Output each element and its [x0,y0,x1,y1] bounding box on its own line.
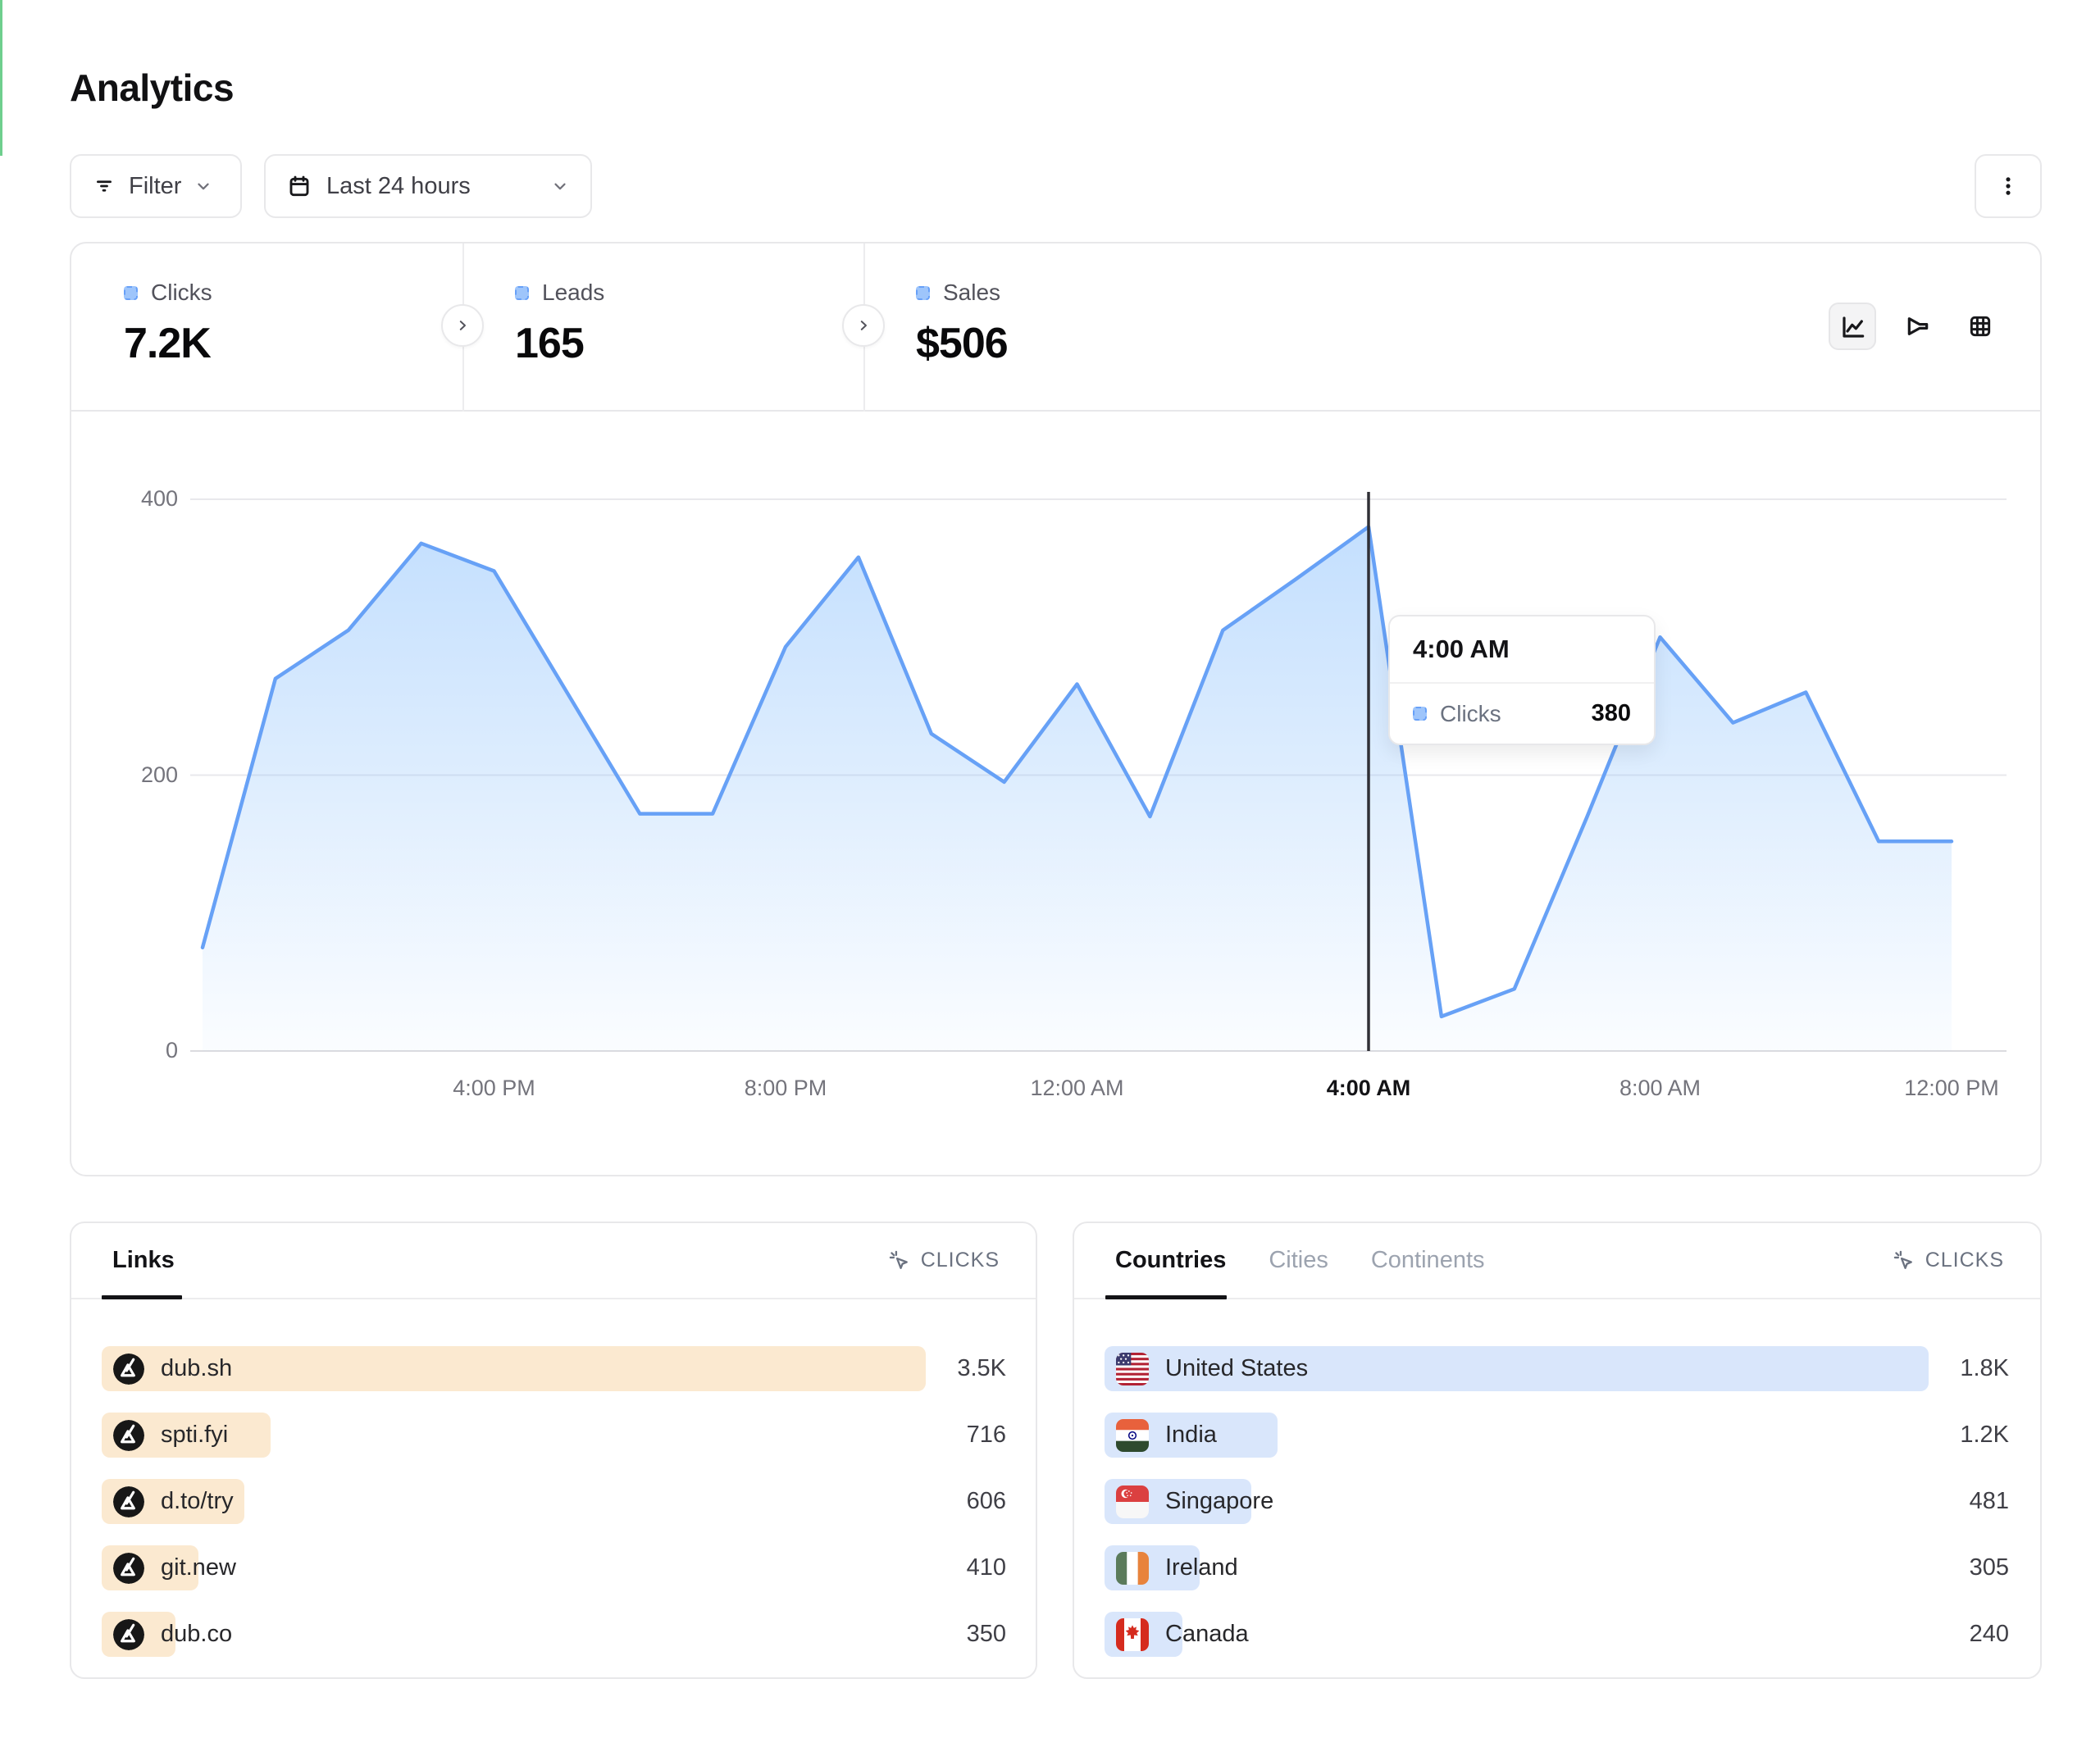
country-row[interactable]: United States 1.8K [1105,1346,2009,1391]
line-chart-view-button[interactable] [1829,303,1876,350]
flag-ireland-icon [1116,1552,1149,1585]
chart-canvas [71,412,2043,1176]
y-axis-tick-label: 200 [88,762,178,788]
stat-value-sales: $506 [916,319,1290,368]
tab-continents[interactable]: Continents [1371,1247,1485,1274]
country-label: Ireland [1165,1554,1238,1581]
link-label: d.to/try [161,1488,234,1515]
stat-value-leads: 165 [515,319,863,368]
funnel-chart-icon [1903,313,1929,339]
x-axis-tick-label: 8:00 PM [712,1076,859,1101]
chart-tooltip: 4:00 AM Clicks 380 [1388,615,1656,745]
dub-logo-icon [113,1619,144,1650]
tooltip-series-label: Clicks [1440,701,1578,727]
countries-panel: Countries Cities Continents CLICKS U [1073,1222,2042,1679]
tooltip-time: 4:00 AM [1390,616,1654,684]
x-axis-tick-label: 4:00 PM [421,1076,568,1101]
country-row[interactable]: Canada 240 [1105,1612,2009,1657]
country-label: India [1165,1422,1217,1449]
calendar-icon [287,174,312,198]
x-axis-tick-label: 12:00 AM [1004,1076,1151,1101]
link-label: spti.fyi [161,1422,228,1449]
stat-label: Sales [943,280,1000,306]
x-axis-tick-label: 12:00 PM [1878,1076,2025,1101]
stat-label: Clicks [151,280,212,306]
clicks-legend-square-icon [124,286,138,300]
grid-table-icon [1967,313,1993,339]
filter-lines-icon [93,175,116,198]
tooltip-legend-square-icon [1413,707,1427,721]
page-edge-accent [0,0,2,156]
filter-button[interactable]: Filter [70,154,242,218]
link-row[interactable]: git.new 410 [102,1545,1006,1590]
countries-rows: United States 1.8K India 1.2K Singapore [1105,1346,2009,1678]
chevron-down-icon [551,177,569,195]
chevron-right-icon [455,318,470,333]
link-row[interactable]: dub.co 350 [102,1612,1006,1657]
cursor-click-icon [1893,1249,1916,1272]
links-rows: dub.sh 3.5K spti.fyi 716 d.to/try 606 [102,1346,1006,1678]
links-panel: Links CLICKS dub.sh 3.5K spti.fyi [70,1222,1037,1679]
flag-canada-icon [1116,1618,1149,1651]
x-axis-tick-label: 4:00 AM [1295,1076,1442,1101]
line-chart-icon [1839,313,1865,339]
date-range-button[interactable]: Last 24 hours [264,154,592,218]
cursor-click-icon [888,1249,911,1272]
stats-header: Clicks 7.2K Leads 165 Sales $506 [71,243,2040,412]
links-metric-label: CLICKS [921,1249,1000,1272]
tab-countries[interactable]: Countries [1115,1247,1226,1274]
link-label: dub.sh [161,1355,232,1382]
country-label: United States [1165,1355,1308,1382]
link-row[interactable]: dub.sh 3.5K [102,1346,1006,1391]
country-label: Singapore [1165,1488,1273,1515]
x-axis-tick-label: 8:00 AM [1587,1076,1734,1101]
filter-button-label: Filter [129,173,181,200]
leads-legend-square-icon [515,286,529,300]
y-axis-tick-label: 0 [88,1038,178,1063]
kebab-menu-icon [1997,175,2020,198]
clicks-area-chart[interactable]: 0 200 400 4:00 PM 8:00 PM 12:00 AM 4:00 AM 8:0… [71,412,2043,1176]
link-row[interactable]: spti.fyi 716 [102,1413,1006,1458]
flag-united-states-icon [1116,1353,1149,1385]
countries-metric-selector[interactable]: CLICKS [1893,1249,2004,1272]
stat-tab-clicks[interactable]: Clicks 7.2K [71,243,462,412]
tab-cities[interactable]: Cities [1269,1247,1328,1274]
chevron-right-icon [856,318,871,333]
stat-tab-leads[interactable]: Leads 165 [462,243,863,412]
link-row[interactable]: d.to/try 606 [102,1479,1006,1524]
expand-leads-button[interactable] [842,304,885,347]
page-title: Analytics [70,66,234,110]
country-row[interactable]: Singapore 481 [1105,1479,2009,1524]
more-options-button[interactable] [1975,154,2042,218]
tooltip-value: 380 [1592,700,1631,727]
active-tab-underline [1105,1295,1227,1299]
stat-value-clicks: 7.2K [124,319,462,368]
stat-tab-sales[interactable]: Sales $506 [863,243,1290,412]
sales-legend-square-icon [916,286,930,300]
stat-label: Leads [542,280,604,306]
link-label: git.new [161,1554,236,1581]
dub-logo-icon [113,1553,144,1584]
dub-logo-icon [113,1354,144,1385]
chart-view-toggle [1829,303,2004,350]
analytics-card: Clicks 7.2K Leads 165 Sales $506 [70,242,2042,1176]
date-range-label: Last 24 hours [326,173,471,200]
country-label: Canada [1165,1621,1249,1648]
flag-singapore-icon [1116,1485,1149,1518]
table-view-button[interactable] [1957,303,2004,350]
tab-links[interactable]: Links [112,1247,175,1274]
y-axis-tick-label: 400 [88,486,178,512]
country-row[interactable]: India 1.2K [1105,1413,2009,1458]
chevron-down-icon [194,177,212,195]
link-label: dub.co [161,1621,232,1648]
links-metric-selector[interactable]: CLICKS [888,1249,1000,1272]
countries-metric-label: CLICKS [1925,1249,2004,1272]
funnel-chart-view-button[interactable] [1893,303,1940,350]
flag-india-icon [1116,1419,1149,1452]
dub-logo-icon [113,1486,144,1517]
dub-logo-icon [113,1420,144,1451]
active-tab-underline [102,1295,182,1299]
expand-clicks-button[interactable] [441,304,484,347]
country-row[interactable]: Ireland 305 [1105,1545,2009,1590]
